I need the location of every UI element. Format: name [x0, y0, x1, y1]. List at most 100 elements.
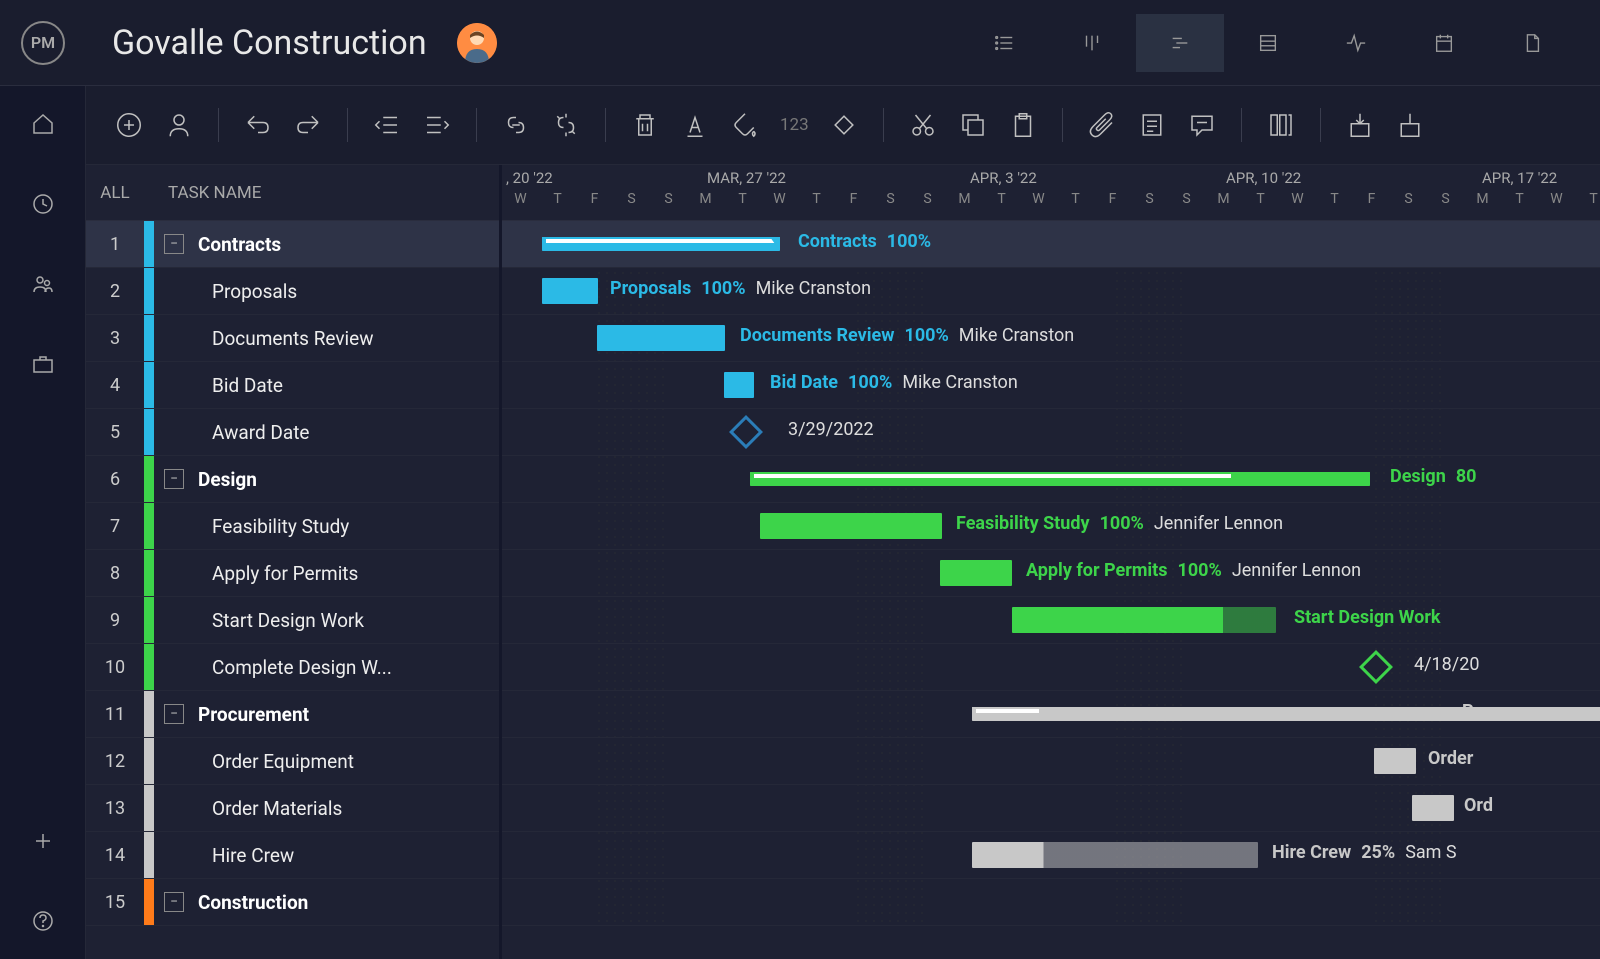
assign-icon[interactable]	[160, 106, 198, 144]
add-task-icon[interactable]	[110, 106, 148, 144]
copy-icon[interactable]	[954, 106, 992, 144]
view-gantt-icon[interactable]	[1136, 14, 1224, 72]
milestone-marker[interactable]	[729, 415, 763, 449]
task-row[interactable]: 15−Construction	[86, 879, 499, 926]
task-bar[interactable]	[972, 842, 1258, 868]
task-bar[interactable]	[724, 372, 754, 398]
task-row[interactable]: 1−Contracts	[86, 221, 499, 268]
task-row[interactable]: 12Order Equipment	[86, 738, 499, 785]
outdent-icon[interactable]	[368, 106, 406, 144]
collapse-toggle[interactable]: −	[164, 704, 184, 724]
task-row[interactable]: 9Start Design Work	[86, 597, 499, 644]
gantt-row[interactable]: Documents Review100%Mike Cranston	[502, 315, 1600, 362]
comment-icon[interactable]	[1183, 106, 1221, 144]
attachment-icon[interactable]	[1083, 106, 1121, 144]
undo-icon[interactable]	[239, 106, 277, 144]
day-label: T	[724, 191, 761, 221]
gantt-row[interactable]: 4/18/20	[502, 644, 1600, 691]
gantt-row[interactable]: Contracts100%	[502, 221, 1600, 268]
task-bar[interactable]	[597, 325, 725, 351]
text-color-icon[interactable]	[676, 106, 714, 144]
view-files-icon[interactable]	[1488, 14, 1576, 72]
collapse-toggle[interactable]: −	[164, 469, 184, 489]
redo-icon[interactable]	[289, 106, 327, 144]
task-row[interactable]: 3Documents Review	[86, 315, 499, 362]
link-icon[interactable]	[497, 106, 535, 144]
add-icon[interactable]	[29, 827, 57, 855]
collapse-toggle[interactable]: −	[164, 892, 184, 912]
task-number: 9	[86, 610, 144, 631]
action-toolbar: 123	[86, 86, 1600, 165]
month-label: APR, 10 '22	[1226, 169, 1301, 187]
gantt-row[interactable]: Bid Date100%Mike Cranston	[502, 362, 1600, 409]
gantt-row[interactable]: Hire Crew25%Sam S	[502, 832, 1600, 879]
task-row[interactable]: 2Proposals	[86, 268, 499, 315]
gantt-row[interactable]: Pro	[502, 691, 1600, 738]
task-name: Apply for Permits	[198, 562, 358, 585]
delete-icon[interactable]	[626, 106, 664, 144]
gantt-row[interactable]: Start Design Work	[502, 597, 1600, 644]
task-row[interactable]: 5Award Date	[86, 409, 499, 456]
gantt-panel[interactable]: , 20 '22 MAR, 27 '22APR, 3 '22APR, 10 '2…	[502, 165, 1600, 959]
task-name: Design	[184, 468, 257, 491]
help-icon[interactable]	[29, 907, 57, 935]
milestone-icon[interactable]	[825, 106, 863, 144]
month-label: APR, 17 '22	[1482, 169, 1557, 187]
gantt-row[interactable]: Feasibility Study100%Jennifer Lennon	[502, 503, 1600, 550]
gantt-row[interactable]: Ord	[502, 785, 1600, 832]
paste-icon[interactable]	[1004, 106, 1042, 144]
gantt-row[interactable]: Proposals100%Mike Cranston	[502, 268, 1600, 315]
task-row[interactable]: 10Complete Design W...	[86, 644, 499, 691]
cut-icon[interactable]	[904, 106, 942, 144]
columns-icon[interactable]	[1262, 106, 1300, 144]
view-list-icon[interactable]	[960, 14, 1048, 72]
clock-icon[interactable]	[29, 190, 57, 218]
timeline-start-label: , 20 '22	[506, 169, 553, 187]
task-bar[interactable]	[1012, 607, 1276, 633]
indent-icon[interactable]	[418, 106, 456, 144]
milestone-marker[interactable]	[1359, 650, 1393, 684]
view-sheet-icon[interactable]	[1224, 14, 1312, 72]
task-bar[interactable]	[940, 560, 1012, 586]
app-header: PM Govalle Construction	[0, 0, 1600, 86]
view-activity-icon[interactable]	[1312, 14, 1400, 72]
col-all[interactable]: ALL	[86, 183, 144, 203]
task-number: 12	[86, 751, 144, 772]
team-icon[interactable]	[29, 270, 57, 298]
gantt-row[interactable]: Design80	[502, 456, 1600, 503]
task-row[interactable]: 8Apply for Permits	[86, 550, 499, 597]
col-task-name[interactable]: TASK NAME	[154, 183, 261, 203]
notes-icon[interactable]	[1133, 106, 1171, 144]
gantt-row[interactable]	[502, 879, 1600, 926]
summary-bar[interactable]	[972, 707, 1600, 721]
home-icon[interactable]	[29, 110, 57, 138]
task-row[interactable]: 14Hire Crew	[86, 832, 499, 879]
import-icon[interactable]	[1341, 106, 1379, 144]
fill-color-icon[interactable]	[726, 106, 764, 144]
collapse-toggle[interactable]: −	[164, 234, 184, 254]
user-avatar[interactable]	[457, 23, 497, 63]
task-row[interactable]: 13Order Materials	[86, 785, 499, 832]
task-bar[interactable]	[1412, 795, 1454, 821]
task-row[interactable]: 7Feasibility Study	[86, 503, 499, 550]
export-icon[interactable]	[1391, 106, 1429, 144]
gantt-row[interactable]: Apply for Permits100%Jennifer Lennon	[502, 550, 1600, 597]
app-logo[interactable]: PM	[0, 0, 86, 86]
view-calendar-icon[interactable]	[1400, 14, 1488, 72]
view-board-icon[interactable]	[1048, 14, 1136, 72]
day-label: S	[872, 191, 909, 221]
summary-bar[interactable]	[750, 472, 1370, 486]
task-row[interactable]: 4Bid Date	[86, 362, 499, 409]
project-title: Govalle Construction	[112, 23, 427, 63]
unlink-icon[interactable]	[547, 106, 585, 144]
task-bar[interactable]	[760, 513, 942, 539]
gantt-row[interactable]: 3/29/2022	[502, 409, 1600, 456]
task-bar[interactable]	[1374, 748, 1416, 774]
bar-label: Order	[1428, 748, 1473, 769]
gantt-row[interactable]: Order	[502, 738, 1600, 785]
summary-bar[interactable]	[542, 237, 780, 251]
task-row[interactable]: 6−Design	[86, 456, 499, 503]
task-bar[interactable]	[542, 278, 598, 304]
briefcase-icon[interactable]	[29, 350, 57, 378]
task-row[interactable]: 11−Procurement	[86, 691, 499, 738]
